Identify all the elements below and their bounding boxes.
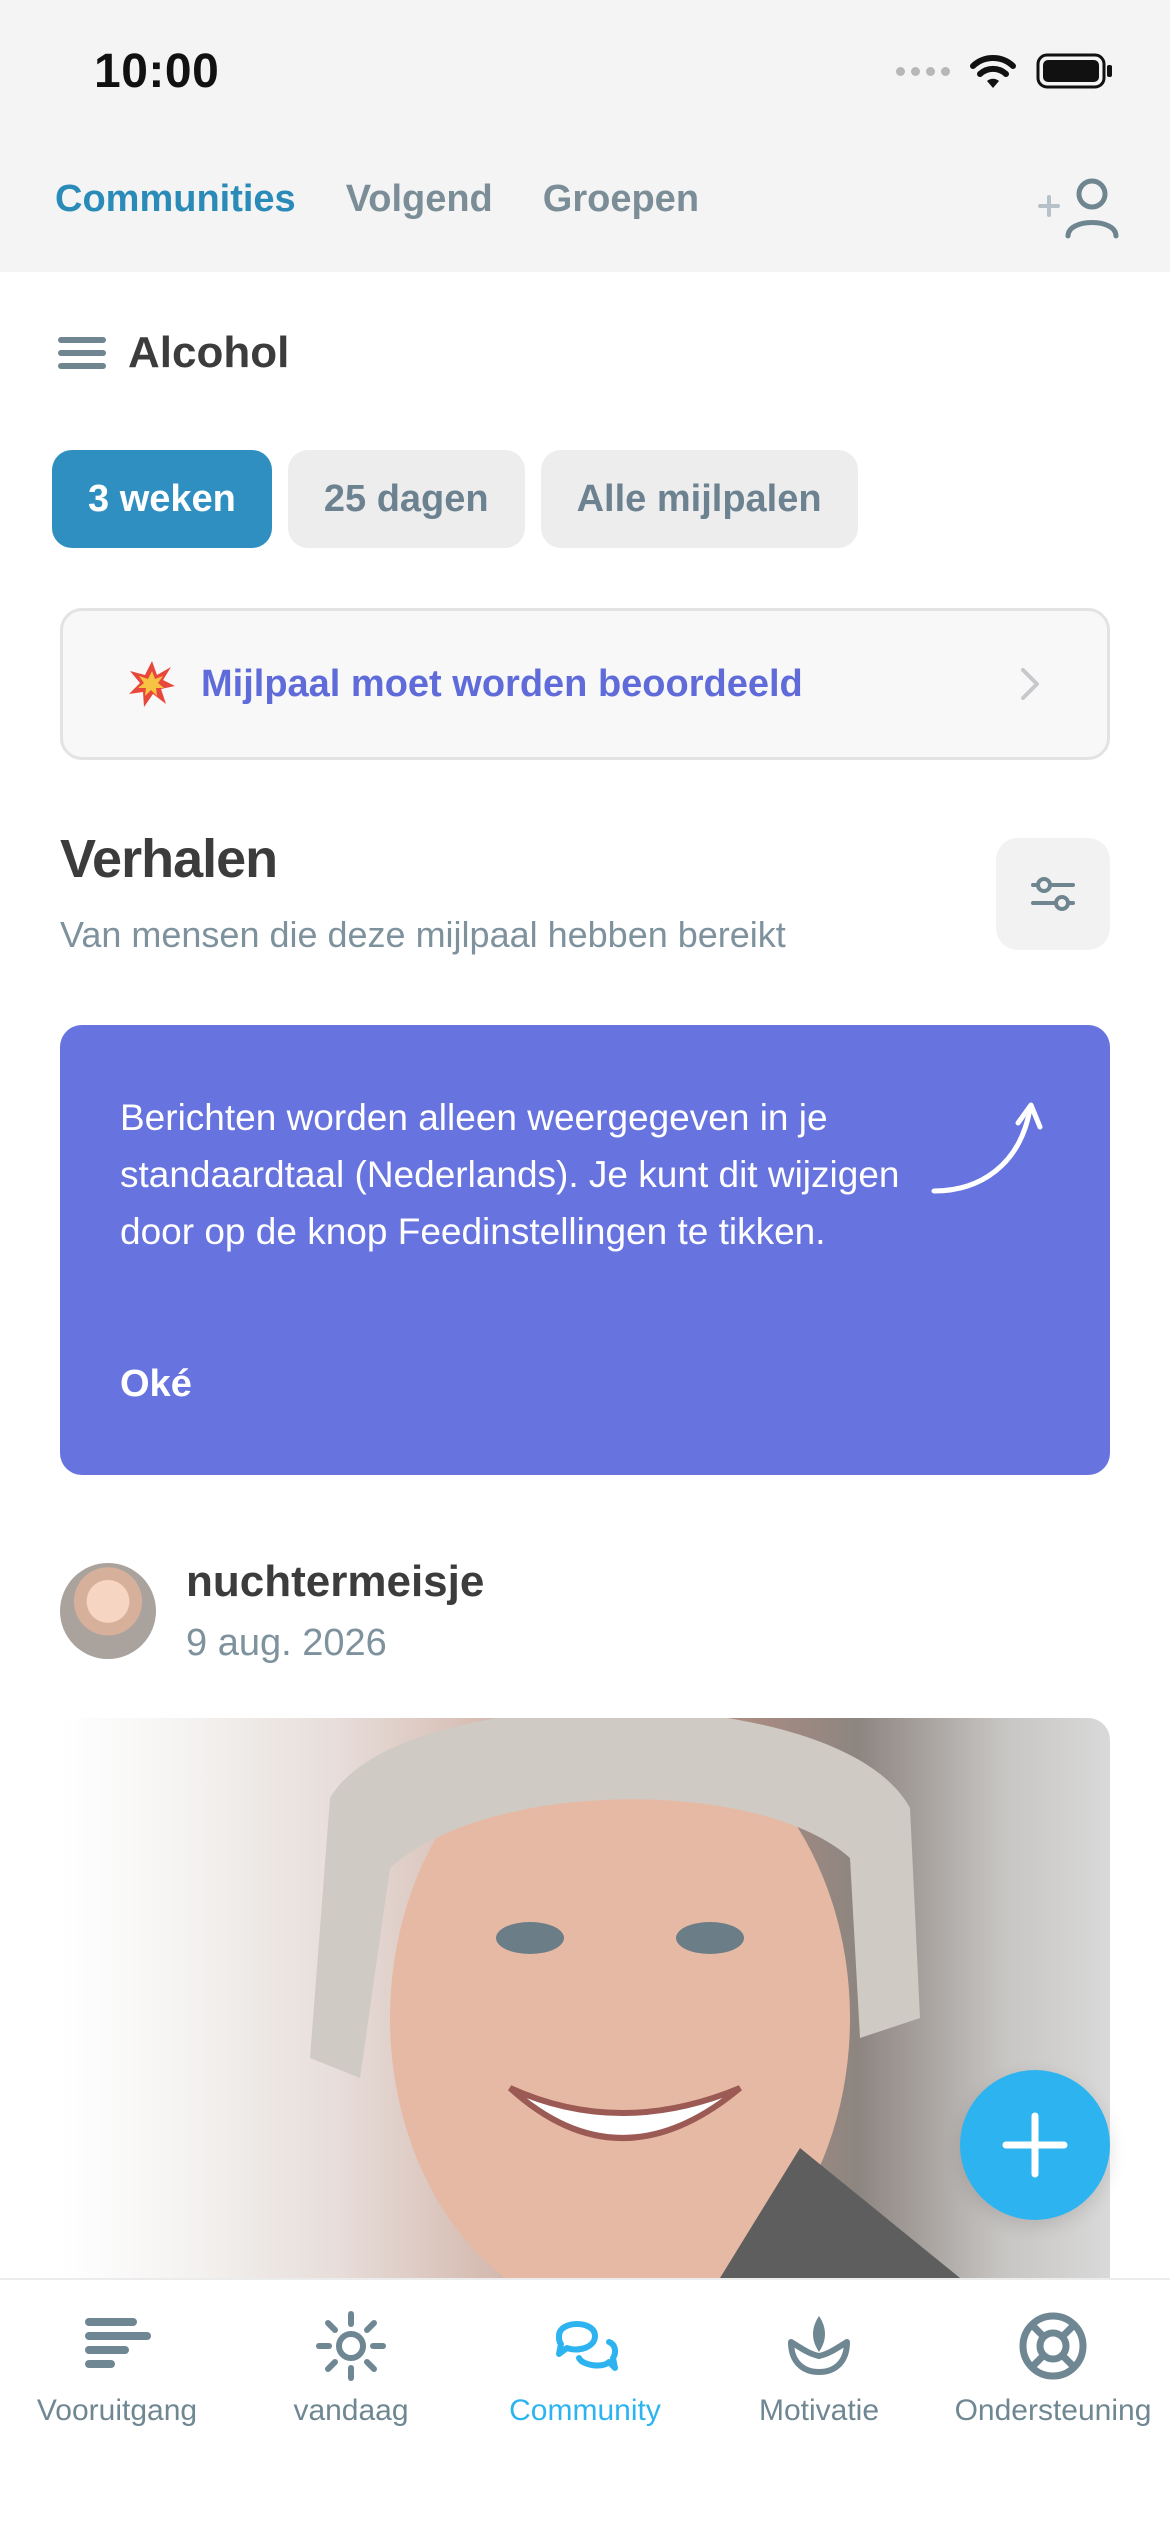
- avatar[interactable]: [60, 1563, 156, 1659]
- review-banner-text: Mijlpaal moet worden beoordeeld: [201, 662, 803, 705]
- feed-settings-button[interactable]: [996, 838, 1110, 950]
- signal-icon: [896, 66, 950, 76]
- nav-label-community: Community: [509, 2394, 661, 2427]
- ok-button[interactable]: Oké: [120, 1363, 192, 1406]
- bottom-nav: Vooruitgang vandaag Community Motivatie …: [0, 2278, 1170, 2532]
- community-tabs: Communities Volgend Groepen: [55, 178, 699, 221]
- community-icon: [549, 2310, 621, 2382]
- tab-communities[interactable]: Communities: [55, 178, 296, 221]
- stories-subtitle: Van mensen die deze mijlpaal hebben bere…: [60, 914, 786, 955]
- progress-icon: [81, 2310, 153, 2382]
- chip-25-dagen[interactable]: 25 dagen: [287, 450, 525, 548]
- menu-icon[interactable]: [58, 337, 106, 369]
- chip-3-weken[interactable]: 3 weken: [52, 450, 272, 548]
- nav-vandaag[interactable]: vandaag: [234, 2280, 468, 2532]
- nav-motivatie[interactable]: Motivatie: [702, 2280, 936, 2532]
- plus-icon: [1002, 2112, 1068, 2178]
- lifebuoy-icon: [1017, 2310, 1089, 2382]
- milestone-review-banner[interactable]: Mijlpaal moet worden beoordeeld: [60, 608, 1110, 760]
- nav-ondersteuning[interactable]: Ondersteuning: [936, 2280, 1170, 2532]
- chevron-right-icon: [1021, 668, 1039, 700]
- add-user-icon[interactable]: [1036, 176, 1120, 240]
- section-header[interactable]: Alcohol: [58, 328, 289, 378]
- burst-icon: [129, 661, 175, 707]
- status-time: 10:00: [94, 45, 220, 98]
- nav-label-ondersteuning: Ondersteuning: [954, 2394, 1152, 2427]
- battery-icon: [1036, 52, 1114, 90]
- nav-vooruitgang[interactable]: Vooruitgang: [0, 2280, 234, 2532]
- post-date: 9 aug. 2026: [186, 1622, 387, 1664]
- section-title: Alcohol: [128, 328, 290, 377]
- add-post-button[interactable]: [960, 2070, 1110, 2220]
- wifi-icon: [968, 52, 1018, 90]
- nav-label-vooruitgang: Vooruitgang: [36, 2394, 198, 2427]
- top-bar: 10:00 Communities Volgend Groepen: [0, 0, 1170, 272]
- chip-alle-mijlpalen[interactable]: Alle mijlpalen: [540, 450, 858, 548]
- nav-label-vandaag: vandaag: [293, 2394, 409, 2427]
- tab-volgend[interactable]: Volgend: [346, 178, 493, 221]
- info-card-text: Berichten worden alleen weergegeven in j…: [120, 1097, 900, 1252]
- sun-icon: [315, 2310, 387, 2382]
- nav-community[interactable]: Community: [468, 2280, 702, 2532]
- post-photo-illustration: [310, 1718, 960, 2278]
- milestone-chips: 3 weken 25 dagen Alle mijlpalen: [52, 450, 858, 548]
- language-info-card: Berichten worden alleen weergegeven in j…: [60, 1025, 1110, 1475]
- curved-arrow-icon: [931, 1102, 1043, 1194]
- filter-icon: [1031, 877, 1075, 911]
- tab-groepen[interactable]: Groepen: [543, 178, 699, 221]
- post-username[interactable]: nuchtermeisje: [186, 1557, 484, 1607]
- post-photo[interactable]: [60, 1718, 1110, 2278]
- lotus-icon: [783, 2310, 855, 2382]
- stories-title: Verhalen: [60, 829, 278, 889]
- status-indicators: [896, 52, 1114, 90]
- nav-label-motivatie: Motivatie: [758, 2394, 880, 2427]
